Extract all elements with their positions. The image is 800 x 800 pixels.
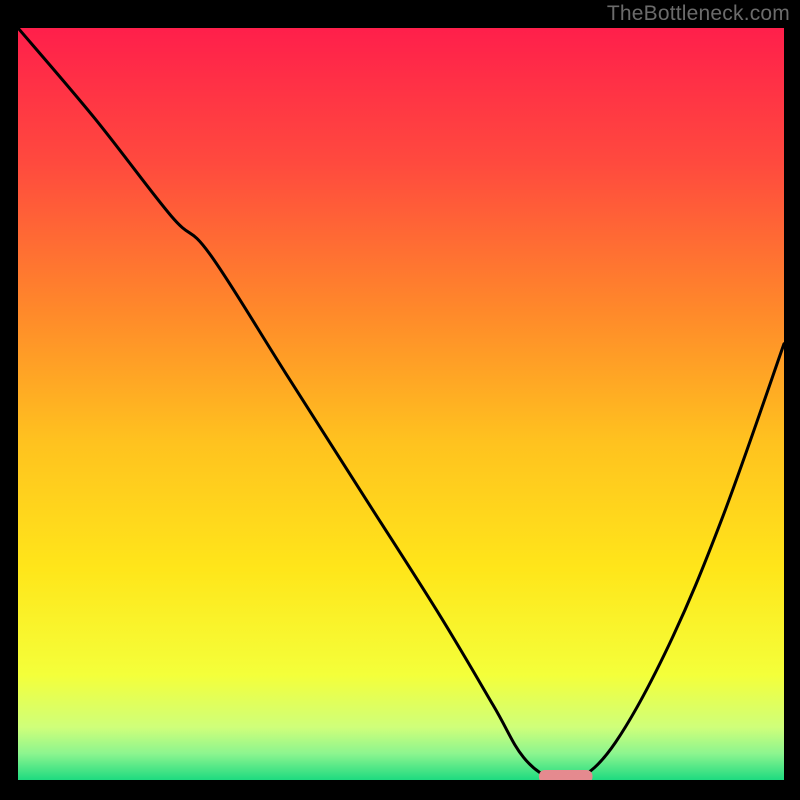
- optimum-marker: [539, 770, 593, 783]
- bottleneck-chart: [0, 0, 800, 800]
- watermark-text: TheBottleneck.com: [607, 2, 790, 26]
- plot-background: [18, 28, 784, 780]
- chart-frame: TheBottleneck.com: [0, 0, 800, 800]
